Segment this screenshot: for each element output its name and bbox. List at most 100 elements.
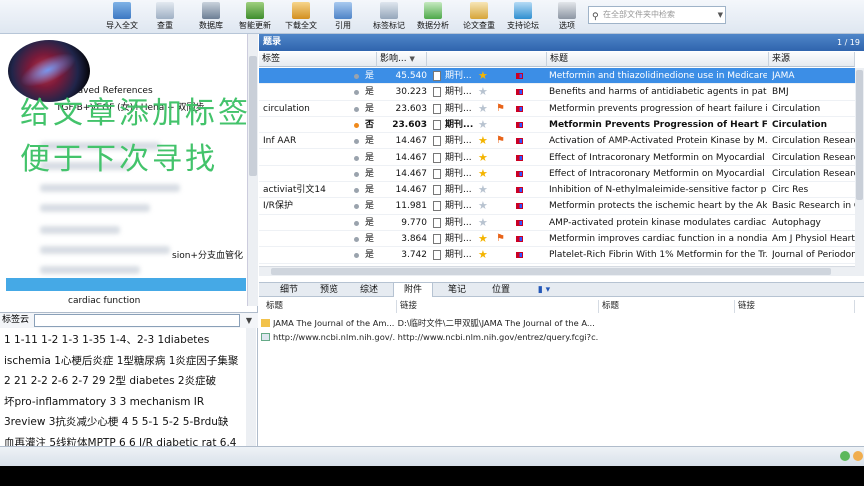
column-header-source[interactable]: 来源 [769,52,855,67]
flag-icon[interactable]: ⚑ [496,101,505,117]
table-row[interactable]: circulation 是 23.603 期刊... ★ ⚑ Metformin preve… [259,101,855,117]
column-header-tag[interactable]: 标签 [259,52,377,67]
tree-scrollbar[interactable] [247,34,258,306]
tree-node-sion[interactable]: sion+分支血管化 [172,248,243,261]
chevron-down-icon[interactable]: ▼ [246,313,252,328]
table-row[interactable]: activiat引文14 是 14.467 期刊... ★ Inhibition of N… [259,182,855,199]
status-sync-icon[interactable] [853,451,863,461]
attachment-col-title[interactable]: 标题 [263,300,397,313]
row-type: 期刊... [445,185,472,196]
color-mark-icon[interactable] [516,73,523,79]
tab-notes[interactable]: 笔记 [437,283,477,297]
star-icon[interactable]: ★ [478,101,488,117]
tag-mark-label: 标签标记 [373,21,405,30]
list-vscroll-thumb[interactable] [856,70,863,200]
search-input[interactable]: ⚲ 在全部文件夹中检索 ▼ [588,6,726,24]
table-row[interactable]: 是 3.864 期刊... ★ ⚑ Metformin improves cardiac … [259,231,855,248]
color-mark-icon[interactable] [516,219,523,226]
table-row[interactable]: 是 3.742 期刊... ★ Platelet-Rich Fibrin With 1%… [259,247,856,264]
attachment-row[interactable]: JAMA The Journal of the Am... D:\临时文件\二甲… [261,317,851,329]
star-icon[interactable]: ★ [478,68,488,84]
tab-attachments[interactable]: 附件 [393,283,433,297]
list-hscroll-thumb[interactable] [271,268,831,275]
flag-icon[interactable]: ⚑ [496,231,505,247]
tree-node-cardiac[interactable]: cardiac function [68,296,140,306]
star-icon[interactable]: ★ [478,231,488,247]
color-mark-icon[interactable] [516,187,523,194]
tab-preview[interactable]: 预览 [309,283,349,297]
attachment-menu-icon[interactable]: ▮ ▾ [529,283,559,297]
color-mark-icon[interactable] [516,138,523,145]
table-row[interactable]: 是 14.467 期刊... ★ Effect of Intracoronary Met… [259,166,856,183]
tag-cloud-line[interactable]: 2 21 2-2 2-6 2-7 29 2型 diabetes 2炎症破 [4,371,246,392]
list-vertical-scrollbar[interactable] [855,68,864,276]
color-mark-icon[interactable] [516,170,523,177]
star-icon[interactable]: ★ [478,84,488,100]
tag-cloud-line[interactable]: 1 1-11 1-2 1-3 1-35 1-4、2-3 1diabetes [4,330,246,351]
attachment-col-link[interactable]: 链接 [397,300,599,313]
table-row[interactable]: Inf AAR 是 14.467 期刊... ★ ⚑ Activation of AMP-A… [259,133,856,150]
data-analysis-button[interactable]: 数据分析 [414,1,452,33]
forum-button[interactable]: 支持论坛 [504,1,542,33]
options-button[interactable]: 选项 [554,1,580,33]
section-title: 题录 [263,37,282,47]
attachment-row[interactable]: http://www.ncbi.nlm.nih.gov/... http://w… [261,331,851,343]
color-mark-icon[interactable] [516,252,523,259]
tab-details[interactable]: 细节 [269,283,309,297]
cite-button[interactable]: 引用 [330,1,356,33]
flag-icon[interactable]: ⚑ [496,133,505,149]
tree-selected-item[interactable] [6,278,246,291]
overlay-caption-line2: 便于下次寻找 [20,142,218,177]
read-status-dot-icon [354,106,359,112]
table-row[interactable]: I/R保护是 11.981 期刊... ★ Metformin protects the… [259,198,856,215]
column-header-impact[interactable]: 影响... ▼ [377,52,427,67]
tag-mark-button[interactable]: 标签标记 [370,1,408,33]
attachment-col-link-2[interactable]: 链接 [735,300,855,313]
star-icon[interactable]: ★ [478,182,488,198]
table-row[interactable]: 是 9.770 期刊... ★ AMP-activated protein kinase… [259,215,855,231]
database-button[interactable]: 数据库 [196,1,226,33]
tag-cloud-filter-input[interactable] [34,314,240,327]
attachment-link: http://www.ncbi.nlm.nih.gov/entrez/query… [397,332,598,342]
dedupe-button[interactable]: 查重 [152,1,178,33]
column-header-title[interactable]: 标题 [547,52,769,67]
tag-cloud-line[interactable]: 坏pro-inflammatory 3 3 mechanism IR [4,392,246,413]
tag-cloud: 1 1-11 1-2 1-3 1-35 1-4、2-3 1diabetes is… [4,330,246,453]
chevron-down-icon[interactable]: ▼ [718,7,723,23]
star-icon[interactable]: ★ [478,198,488,214]
star-icon[interactable]: ★ [478,117,488,133]
color-mark-icon[interactable] [516,121,523,128]
paper-check-button[interactable]: 论文查重 [460,1,498,33]
star-icon[interactable]: ★ [478,215,488,231]
table-row[interactable]: 否 23.603 期刊... ★ Metformin Prevents Progress… [259,117,855,134]
table-row[interactable]: 是 30.223 期刊... ★ Benefits and harms of antid… [259,84,855,101]
tab-location[interactable]: 位置 [481,283,521,297]
color-mark-icon[interactable] [516,105,523,112]
star-icon[interactable]: ★ [478,247,488,263]
star-icon[interactable]: ★ [478,133,488,149]
star-icon[interactable]: ★ [478,150,488,166]
tag-cloud-line[interactable]: ischemia 1心梗后炎症 1型糖尿病 1炎症因子集聚 [4,351,246,372]
color-mark-icon[interactable] [516,236,523,242]
star-icon[interactable]: ★ [478,166,488,182]
smart-update-button[interactable]: 智能更新 [236,1,274,33]
overlay-caption-line1: 给文章添加标签 [20,96,251,131]
row-title: Metformin prevents progression of heart … [549,103,767,114]
options-label: 选项 [559,21,575,30]
color-mark-icon[interactable] [516,203,523,210]
color-mark-icon[interactable] [516,89,523,96]
import-fulltext-button[interactable]: 导入全文 [104,1,140,33]
read-status-dot-icon [354,220,359,226]
row-type: 期刊... [445,103,472,114]
list-horizontal-scrollbar[interactable] [259,266,855,276]
table-row[interactable]: 是 45.540 期刊... ★ Metformin and thiazolidined… [259,68,855,85]
table-row[interactable]: 是 14.467 期刊... ★ Effect of Intracoronary Met… [259,150,856,166]
download-fulltext-button[interactable]: 下载全文 [282,1,320,33]
tag-cloud-line[interactable]: 3review 3抗炎减少心梗 4 5 5-1 5-2 5-Brdu缺 [4,412,246,433]
attachment-col-title-2[interactable]: 标题 [599,300,735,313]
tab-summary[interactable]: 综述 [349,283,389,297]
status-ok-icon[interactable] [840,451,850,461]
row-impact: 11.981 [395,201,428,212]
color-mark-icon[interactable] [516,154,523,161]
column-header-icons[interactable] [427,52,547,67]
